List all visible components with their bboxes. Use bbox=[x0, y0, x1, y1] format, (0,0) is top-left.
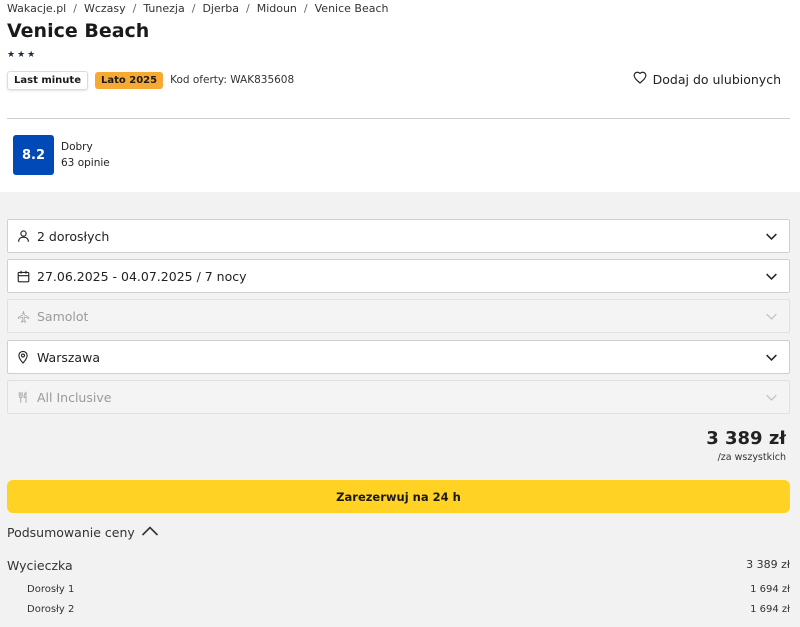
chevron-down-icon bbox=[765, 270, 778, 286]
page-title: Venice Beach bbox=[7, 20, 150, 42]
favorites-label: Dodaj do ulubionych bbox=[652, 71, 781, 87]
price-block: 3 389 zł /za wszystkich bbox=[706, 428, 786, 463]
summary-line-value: 1 694 zł bbox=[750, 584, 790, 595]
offer-badges: Last minute Lato 2025 Kod oferty: WAK835… bbox=[7, 68, 793, 92]
breadcrumb-item[interactable]: Wakacje.pl bbox=[7, 2, 66, 15]
reviews-count[interactable]: 63 opinie bbox=[61, 155, 110, 171]
breadcrumb-separator: / bbox=[303, 2, 308, 15]
summary-line-label: Dorosły 1 bbox=[27, 584, 75, 595]
breadcrumb-separator: / bbox=[245, 2, 250, 15]
price-per-label: /za wszystkich bbox=[717, 452, 786, 463]
breadcrumb-separator: / bbox=[191, 2, 196, 15]
summary-trip-row: Wycieczka 3 389 zł bbox=[7, 558, 790, 573]
add-to-favorites-button[interactable]: Dodaj do ulubionych bbox=[633, 71, 781, 87]
rating-score: 8.2 bbox=[13, 135, 54, 175]
travelers-select[interactable]: 2 dorosłych bbox=[7, 219, 790, 253]
summary-trip-label: Wycieczka bbox=[7, 558, 73, 573]
hotel-stars: ★★★ bbox=[7, 50, 38, 60]
rating-label: Dobry bbox=[61, 141, 93, 153]
departure-value: Warszawa bbox=[37, 349, 100, 365]
price-summary-label: Podsumowanie ceny bbox=[7, 525, 135, 540]
breadcrumb-separator: / bbox=[132, 2, 137, 15]
chevron-down-icon bbox=[765, 391, 778, 407]
chevron-down-icon bbox=[765, 310, 778, 326]
calendar-icon bbox=[16, 269, 30, 283]
offer-code: Kod oferty: WAK835608 bbox=[170, 74, 295, 86]
summary-line: Dorosły 1 1 694 zł bbox=[7, 584, 790, 595]
last-minute-badge: Last minute bbox=[7, 70, 88, 90]
divider bbox=[7, 118, 790, 119]
person-icon bbox=[16, 229, 30, 243]
offer-header: Wakacje.pl / Wczasy / Tunezja / Djerba / Midoun /… bbox=[0, 0, 800, 192]
summary-line: Dorosły 2 1 694 zł bbox=[7, 604, 790, 615]
location-pin-icon bbox=[16, 350, 30, 364]
breadcrumb: Wakacje.pl / Wczasy / Tunezja / Djerba / Midoun /… bbox=[7, 0, 793, 16]
cutlery-icon bbox=[16, 390, 30, 404]
board-select: All Inclusive bbox=[7, 380, 790, 414]
book-button[interactable]: Zarezerwuj na 24 h bbox=[7, 480, 790, 513]
transport-select: Samolot bbox=[7, 299, 790, 333]
heart-icon bbox=[633, 71, 653, 87]
dates-select[interactable]: 27.06.2025 - 04.07.2025 / 7 nocy bbox=[7, 259, 790, 293]
chevron-down-icon bbox=[765, 351, 778, 367]
booking-panel: 2 dorosłych 27.06.2025 - 04.07.2025 / 7 … bbox=[0, 192, 800, 627]
chevron-up-icon bbox=[135, 525, 159, 540]
breadcrumb-item[interactable]: Midoun bbox=[257, 2, 297, 15]
breadcrumb-item[interactable]: Wczasy bbox=[84, 2, 126, 15]
summary-line-label: Dorosły 2 bbox=[27, 604, 75, 615]
total-price: 3 389 zł bbox=[706, 428, 786, 449]
breadcrumb-item[interactable]: Djerba bbox=[202, 2, 239, 15]
departure-select[interactable]: Warszawa bbox=[7, 340, 790, 374]
airplane-icon bbox=[16, 309, 30, 323]
chevron-down-icon bbox=[765, 230, 778, 246]
breadcrumb-separator: / bbox=[73, 2, 77, 15]
season-badge: Lato 2025 bbox=[94, 71, 164, 89]
travelers-value: 2 dorosłych bbox=[37, 228, 110, 244]
dates-value: 27.06.2025 - 04.07.2025 / 7 nocy bbox=[37, 268, 247, 284]
transport-value: Samolot bbox=[37, 308, 89, 324]
price-summary-toggle[interactable]: Podsumowanie ceny bbox=[7, 525, 159, 540]
breadcrumb-item[interactable]: Venice Beach bbox=[315, 2, 389, 15]
board-value: All Inclusive bbox=[37, 389, 112, 405]
breadcrumb-item[interactable]: Tunezja bbox=[143, 2, 184, 15]
rating-block[interactable]: 8.2 Dobry 63 opinie bbox=[13, 135, 110, 175]
summary-trip-value: 3 389 zł bbox=[746, 558, 790, 571]
summary-line-value: 1 694 zł bbox=[750, 604, 790, 615]
